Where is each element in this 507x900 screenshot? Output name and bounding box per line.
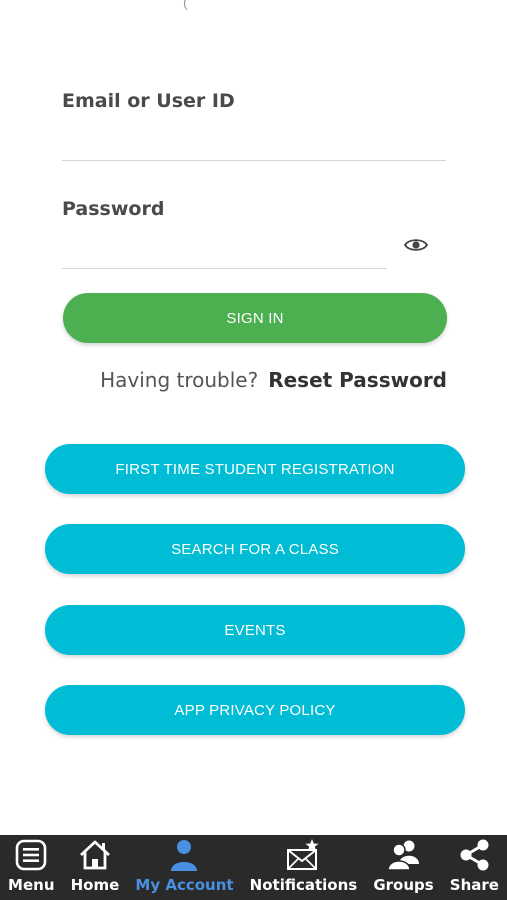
tab-label: Notifications — [249, 876, 358, 894]
tab-label: Menu — [8, 876, 55, 894]
reset-password-link[interactable]: Reset Password — [268, 368, 447, 392]
top-fragment-text: ( — [183, 0, 188, 10]
groups-icon — [386, 840, 419, 871]
menu-icon — [15, 839, 47, 871]
share-icon — [460, 839, 489, 871]
tab-home[interactable]: Home — [63, 835, 128, 900]
show-password-toggle[interactable] — [402, 234, 430, 256]
tab-groups[interactable]: Groups — [365, 835, 441, 900]
tab-label: Share — [449, 876, 499, 894]
eye-icon — [404, 239, 428, 251]
privacy-policy-button[interactable]: APP PRIVACY POLICY — [45, 685, 465, 735]
tab-notifications[interactable]: Notifications — [242, 835, 366, 900]
events-button[interactable]: EVENTS — [45, 605, 465, 655]
bottom-tab-bar: Menu Home My Account Notifications Group… — [0, 835, 507, 900]
password-field[interactable] — [62, 232, 387, 269]
email-label: Email or User ID — [62, 90, 235, 112]
tab-share[interactable]: Share — [442, 835, 507, 900]
user-icon — [171, 840, 198, 871]
trouble-text: Having trouble? — [100, 368, 259, 392]
search-class-button[interactable]: SEARCH FOR A CLASS — [45, 524, 465, 574]
tab-label: Home — [70, 876, 120, 894]
help-row: Having trouble? Reset Password — [0, 368, 447, 393]
tab-my-account[interactable]: My Account — [127, 835, 241, 900]
email-field[interactable] — [62, 124, 446, 161]
tab-menu[interactable]: Menu — [0, 835, 63, 900]
tab-label: My Account — [135, 876, 234, 894]
password-label: Password — [62, 198, 165, 220]
envelope-star-icon — [287, 839, 320, 870]
home-icon — [80, 840, 110, 870]
sign-in-button[interactable]: SIGN IN — [63, 293, 447, 343]
tab-label: Groups — [373, 876, 434, 894]
first-time-registration-button[interactable]: FIRST TIME STUDENT REGISTRATION — [45, 444, 465, 494]
